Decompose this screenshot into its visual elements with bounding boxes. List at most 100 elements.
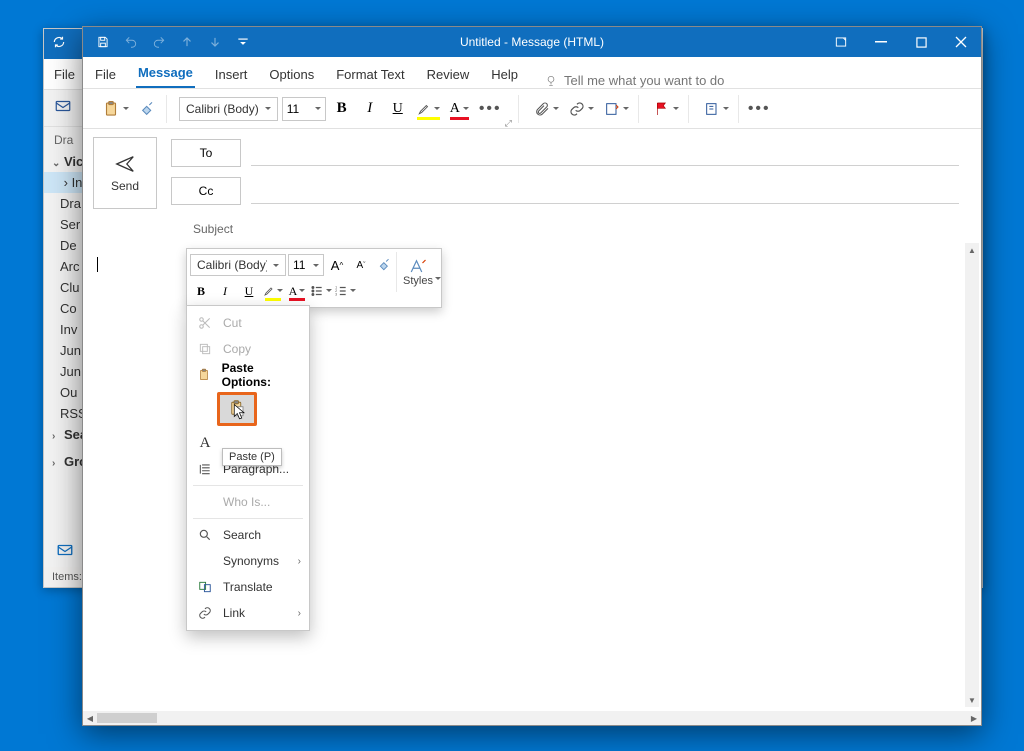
follow-up-button[interactable] bbox=[651, 97, 682, 121]
underline-button[interactable]: U bbox=[386, 97, 410, 121]
ctx-translate[interactable]: Translate bbox=[187, 574, 309, 600]
mini-styles-label: Styles bbox=[403, 275, 433, 287]
ribbon-tabs: File Message Insert Options Format Text … bbox=[83, 57, 981, 89]
tab-format-text[interactable]: Format Text bbox=[334, 61, 406, 88]
to-button[interactable]: To bbox=[171, 139, 241, 167]
tab-insert[interactable]: Insert bbox=[213, 61, 250, 88]
mail-nav-icon[interactable] bbox=[56, 541, 74, 564]
link-icon bbox=[197, 605, 213, 621]
minimize-button[interactable] bbox=[861, 27, 901, 57]
signature-button[interactable] bbox=[601, 97, 632, 121]
paste-keep-text-only[interactable] bbox=[217, 392, 257, 426]
undo-button[interactable] bbox=[119, 30, 143, 54]
clipboard-icon bbox=[197, 367, 212, 383]
clipboard-group bbox=[93, 95, 167, 123]
context-menu: Cut Copy Paste Options: A Paragraph... W… bbox=[186, 305, 310, 631]
text-cursor bbox=[97, 257, 98, 272]
mouse-cursor-icon bbox=[232, 403, 250, 421]
save-button[interactable] bbox=[91, 30, 115, 54]
ribbon-overflow[interactable]: ••• bbox=[745, 97, 774, 121]
font-name-combo[interactable]: Calibri (Body) bbox=[179, 97, 278, 121]
font-color-button[interactable]: A bbox=[447, 97, 472, 121]
mini-numbering[interactable]: 123 bbox=[334, 280, 356, 302]
scroll-down-icon[interactable]: ▼ bbox=[965, 693, 979, 707]
tab-help[interactable]: Help bbox=[489, 61, 520, 88]
paste-button[interactable] bbox=[99, 97, 132, 121]
ctx-synonyms[interactable]: Synonyms› bbox=[187, 548, 309, 574]
vertical-scrollbar[interactable]: ▲ ▼ bbox=[965, 243, 979, 707]
scroll-right-icon[interactable]: ▶ bbox=[967, 711, 981, 725]
maximize-button[interactable] bbox=[901, 27, 941, 57]
format-painter-button[interactable] bbox=[136, 97, 160, 121]
mini-font-color[interactable]: A bbox=[286, 280, 308, 302]
immersive-group bbox=[695, 95, 739, 123]
subject-label: Subject bbox=[193, 222, 233, 236]
mini-styles[interactable]: Styles bbox=[396, 252, 447, 292]
svg-text:3: 3 bbox=[335, 293, 337, 297]
horizontal-scrollbar[interactable]: ◀ ▶ bbox=[83, 711, 981, 725]
tab-file[interactable]: File bbox=[93, 61, 118, 88]
status-items: Items: bbox=[52, 571, 82, 583]
highlight-button[interactable] bbox=[414, 97, 443, 121]
tell-me-search[interactable]: Tell me what you want to do bbox=[544, 73, 724, 88]
prev-item-button[interactable] bbox=[175, 30, 199, 54]
ctx-search[interactable]: Search bbox=[187, 522, 309, 548]
scissors-icon bbox=[197, 315, 213, 331]
qat-customize[interactable] bbox=[231, 30, 255, 54]
mini-toolbar: Calibri (Body) 11 A^ Aˇ B I U A 123 Styl… bbox=[186, 248, 442, 308]
grow-font-button[interactable]: A^ bbox=[326, 254, 348, 276]
font-more-button[interactable]: ••• bbox=[476, 97, 505, 121]
search-icon bbox=[197, 527, 213, 543]
message-titlebar: Untitled - Message (HTML) bbox=[83, 27, 981, 57]
scroll-up-icon[interactable]: ▲ bbox=[965, 243, 979, 257]
italic-button[interactable]: I bbox=[358, 97, 382, 121]
font-a-icon: A bbox=[197, 435, 213, 451]
mini-font-combo[interactable]: Calibri (Body) bbox=[190, 254, 286, 276]
mini-underline[interactable]: U bbox=[238, 280, 260, 302]
tab-options[interactable]: Options bbox=[267, 61, 316, 88]
font-group: Calibri (Body) 11 B I U A ••• ⤢ bbox=[173, 95, 519, 123]
window-controls bbox=[821, 27, 981, 57]
ribbon: Calibri (Body) 11 B I U A ••• ⤢ ••• bbox=[83, 89, 981, 129]
font-size-combo[interactable]: 11 bbox=[282, 97, 326, 121]
mini-bold[interactable]: B bbox=[190, 280, 212, 302]
paragraph-icon bbox=[197, 461, 213, 477]
attach-file-button[interactable] bbox=[531, 97, 562, 121]
sync-icon bbox=[52, 35, 66, 54]
next-item-button[interactable] bbox=[203, 30, 227, 54]
translate-icon bbox=[197, 579, 213, 595]
send-button[interactable]: Send bbox=[93, 137, 157, 209]
ctx-link[interactable]: Link› bbox=[187, 600, 309, 626]
bold-button[interactable]: B bbox=[330, 97, 354, 121]
tags-group bbox=[645, 95, 689, 123]
tab-review[interactable]: Review bbox=[425, 61, 472, 88]
copy-icon bbox=[197, 341, 213, 357]
shrink-font-button[interactable]: Aˇ bbox=[350, 254, 372, 276]
scroll-thumb[interactable] bbox=[97, 713, 157, 723]
ctx-cut: Cut bbox=[187, 310, 309, 336]
mini-highlight[interactable] bbox=[262, 280, 284, 302]
quick-access-toolbar bbox=[83, 30, 263, 54]
redo-button[interactable] bbox=[147, 30, 171, 54]
ctx-who-is: Who Is... bbox=[187, 489, 309, 515]
cc-button[interactable]: Cc bbox=[171, 177, 241, 205]
mini-format-painter[interactable] bbox=[374, 254, 396, 276]
close-button[interactable] bbox=[941, 27, 981, 57]
link-button[interactable] bbox=[566, 97, 597, 121]
dictate-button[interactable] bbox=[701, 97, 732, 121]
tell-me-label: Tell me what you want to do bbox=[564, 73, 724, 88]
mini-bullets[interactable] bbox=[310, 280, 332, 302]
tab-file-back[interactable]: File bbox=[54, 67, 75, 82]
mini-size-combo[interactable]: 11 bbox=[288, 254, 324, 276]
new-mail-icon[interactable] bbox=[54, 97, 72, 120]
ctx-copy: Copy bbox=[187, 336, 309, 362]
tab-message[interactable]: Message bbox=[136, 59, 195, 88]
subject-field[interactable] bbox=[243, 217, 959, 241]
ctx-paste-options-header: Paste Options: bbox=[187, 362, 309, 388]
mini-italic[interactable]: I bbox=[214, 280, 236, 302]
ribbon-display-options[interactable] bbox=[821, 27, 861, 57]
scroll-left-icon[interactable]: ◀ bbox=[83, 711, 97, 725]
cc-field[interactable] bbox=[251, 178, 959, 204]
font-dialog-launcher[interactable]: ⤢ bbox=[505, 118, 512, 129]
to-field[interactable] bbox=[251, 140, 959, 166]
